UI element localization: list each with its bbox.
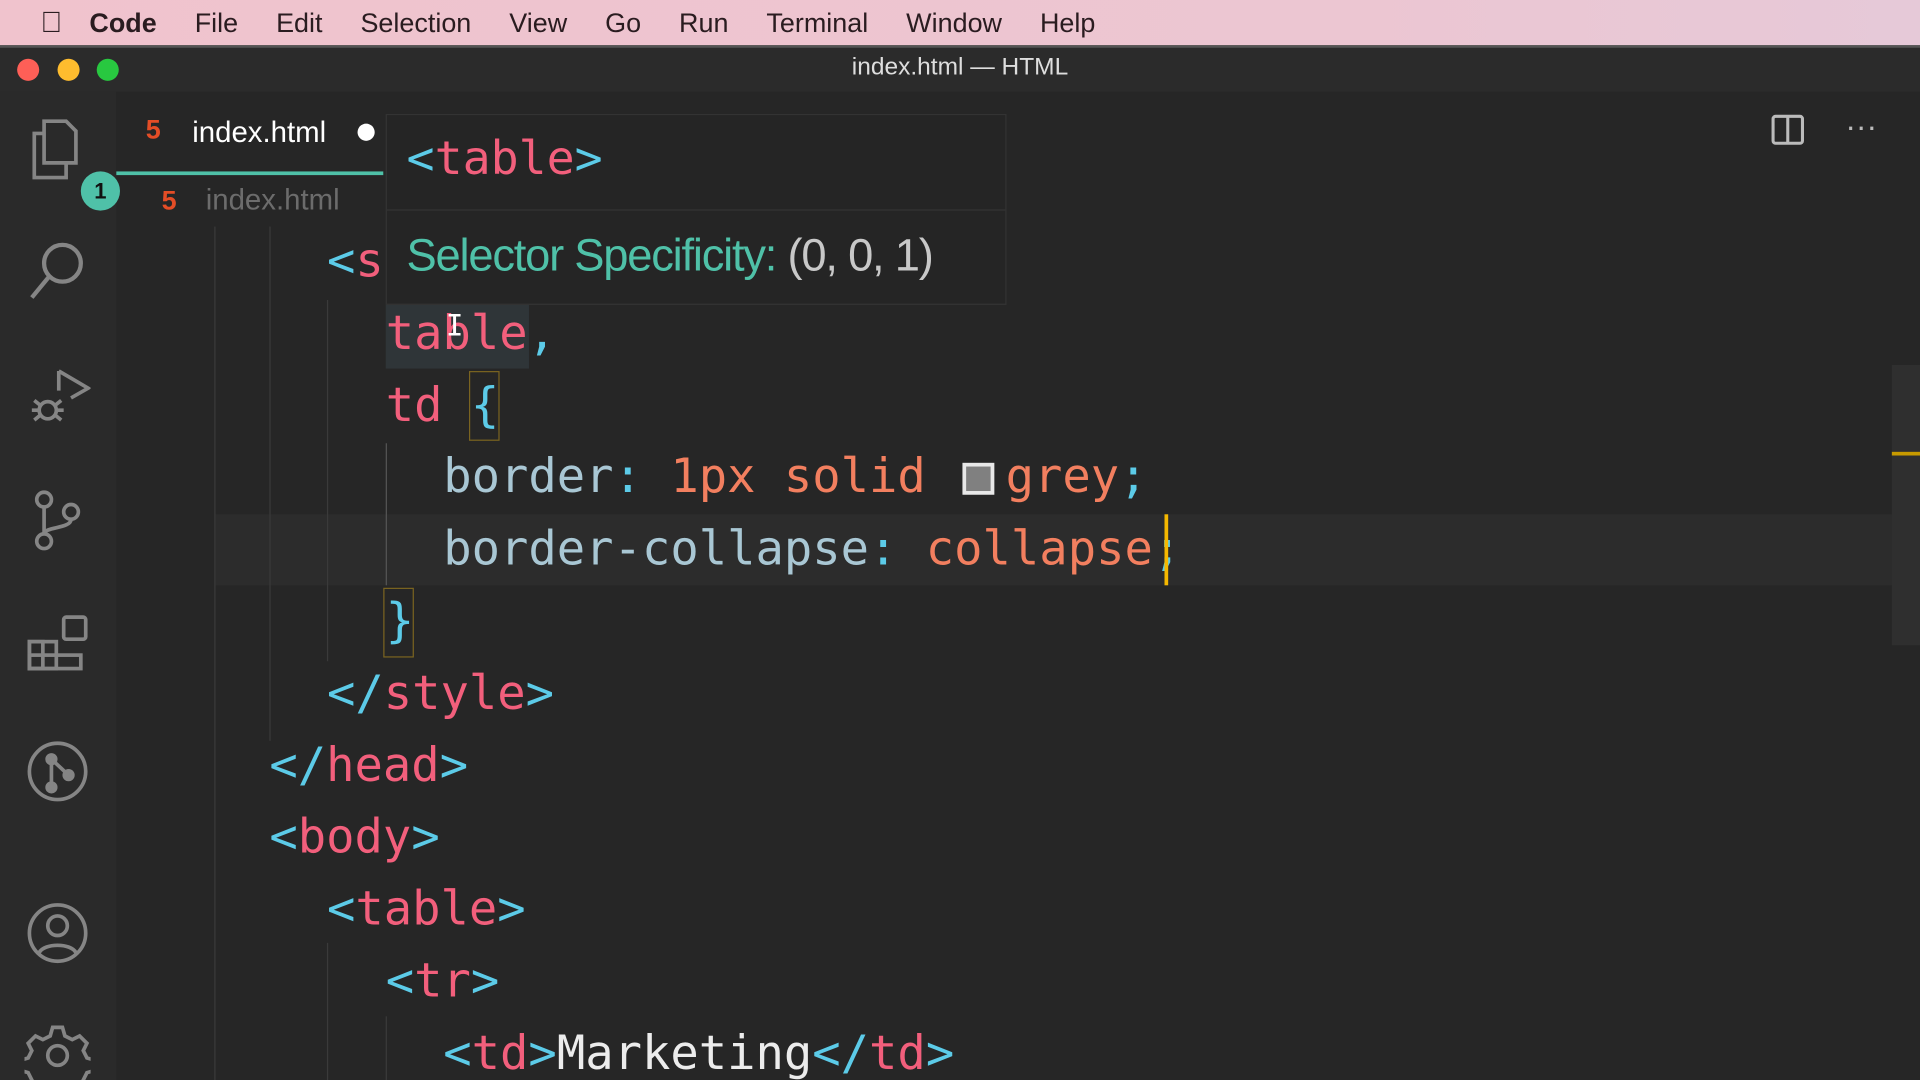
code-token: >: [925, 1025, 955, 1080]
code-token: 1px solid: [670, 449, 955, 505]
code-token: td: [385, 377, 471, 433]
code-line: }: [386, 585, 414, 657]
vscode-window:  Code File Edit Selection View Go Run T…: [0, 0, 1920, 1080]
code-line: <td>Marketing</td>: [443, 1017, 954, 1080]
code-token: head: [326, 737, 440, 793]
hover-code: <table>: [407, 131, 603, 185]
hover-code-tag: table: [434, 131, 575, 185]
code-line: </head>: [269, 729, 468, 801]
specificity-label: Selector Specificity:: [406, 230, 778, 281]
code-token: >: [525, 665, 555, 721]
code-token: <: [269, 809, 298, 865]
code-line: border-collapse: collapse;: [443, 513, 1181, 585]
code-token: grey: [1005, 449, 1120, 505]
code-token: >: [439, 737, 469, 793]
code-token: ;: [1119, 449, 1148, 505]
specificity-value: (0, 0, 1): [787, 230, 934, 281]
code-token: {: [470, 377, 500, 433]
code-token: </: [269, 737, 327, 793]
code-token: td: [471, 1025, 529, 1080]
code-line: <tr>: [386, 945, 500, 1017]
code-line: <table>: [327, 873, 526, 945]
code-token: Marketing: [556, 1025, 813, 1080]
code-token: :: [869, 521, 926, 577]
code-line: <s: [327, 225, 384, 297]
code-token: ,: [527, 305, 557, 361]
code-token: s: [355, 233, 384, 289]
code-token: }: [385, 593, 415, 649]
mouse-ibeam-cursor: I: [445, 308, 464, 343]
code-line: <body>: [269, 801, 439, 873]
code-token: </: [326, 665, 384, 721]
scrollbar-cursor-marker: [1891, 451, 1920, 456]
hover-specificity: Selector Specificity: (0, 0, 1): [406, 230, 934, 281]
code-token: >: [470, 953, 500, 1009]
hover-code-open: <: [406, 131, 435, 185]
code-token: border: [443, 449, 614, 505]
code-token: table: [355, 881, 498, 937]
code-token: >: [497, 881, 526, 937]
code-line: td {: [386, 369, 500, 441]
hover-divider: [386, 209, 1006, 211]
code-token: >: [528, 1025, 557, 1080]
code-token: :: [613, 449, 671, 505]
code-token: border-collapse: [443, 521, 870, 577]
code-token: <: [326, 881, 356, 937]
hover-tooltip: <table> Selector Specificity: (0, 0, 1): [385, 113, 1007, 305]
code-token: style: [383, 665, 526, 721]
code-line: </style>: [327, 657, 554, 729]
scrollbar-thumb[interactable]: [1891, 364, 1920, 646]
code-token: </: [812, 1025, 870, 1080]
code-token: >: [411, 809, 440, 865]
code-token: tr: [414, 953, 471, 1009]
text-cursor: [1164, 514, 1169, 586]
code-token: td: [869, 1025, 926, 1080]
hover-code-close: >: [574, 131, 603, 185]
code-token: <: [326, 233, 356, 289]
code-token: collapse: [925, 521, 1153, 577]
code-token: <: [385, 953, 415, 1009]
code-line: table,: [386, 297, 556, 369]
code-token: <: [443, 1025, 472, 1080]
code-line: border: 1px solid grey;: [443, 441, 1147, 513]
code-token: body: [297, 809, 412, 865]
color-swatch[interactable]: [962, 463, 995, 496]
